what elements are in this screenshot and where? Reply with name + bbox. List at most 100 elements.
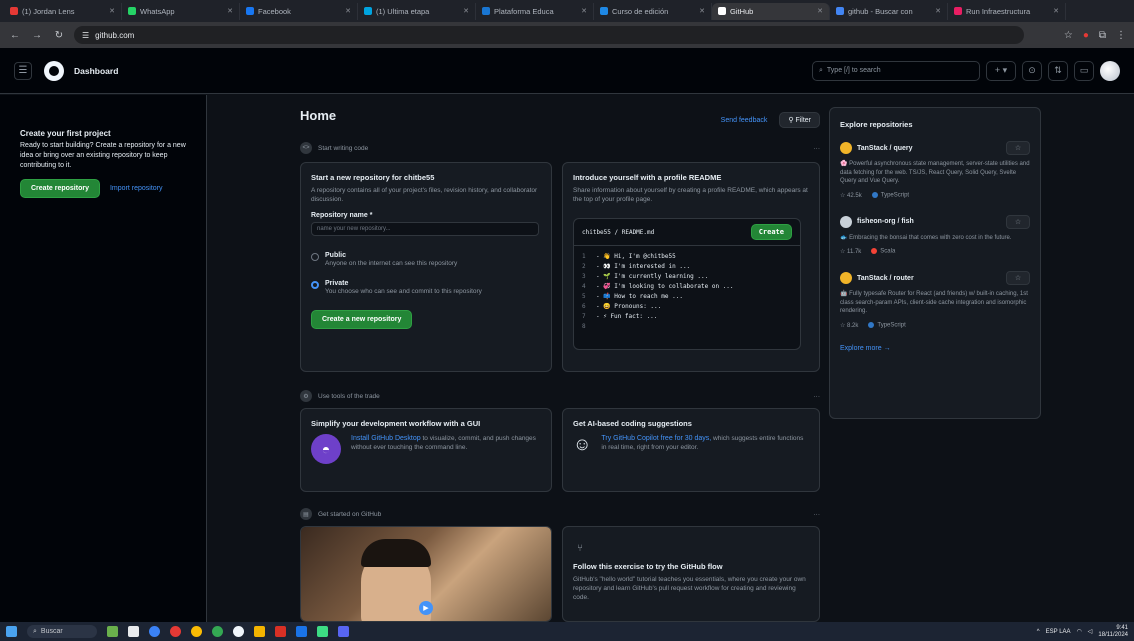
- clock-time[interactable]: 9:41: [1116, 625, 1128, 632]
- app-icon[interactable]: [317, 626, 328, 637]
- more-options-icon[interactable]: ···: [814, 511, 821, 518]
- create-new-repository-button[interactable]: Create a new repository: [311, 310, 413, 329]
- tab-close-icon[interactable]: ✕: [581, 7, 587, 15]
- private-radio[interactable]: [311, 281, 319, 289]
- github-icon[interactable]: [233, 626, 244, 637]
- reload-icon[interactable]: ↻: [52, 30, 66, 41]
- tab-close-icon[interactable]: ✕: [463, 7, 469, 15]
- private-label: Private: [325, 280, 349, 287]
- app-icon[interactable]: [212, 626, 223, 637]
- import-repository-link[interactable]: Import repository: [110, 185, 163, 192]
- chevron-up-icon[interactable]: ^: [1037, 629, 1040, 635]
- repo-owner-avatar[interactable]: [840, 142, 852, 154]
- folder-icon[interactable]: [254, 626, 265, 637]
- chrome-icon[interactable]: [191, 626, 202, 637]
- tab-close-icon[interactable]: ✕: [109, 7, 115, 15]
- filter-button[interactable]: ⚲ Filter: [779, 112, 820, 128]
- github-flow-card: ⑂ Follow this exercise to try the GitHub…: [562, 526, 820, 622]
- pull-request-icon[interactable]: ⇅: [1048, 60, 1068, 81]
- issue-icon[interactable]: ⊙: [1022, 60, 1042, 81]
- more-options-icon[interactable]: ···: [814, 393, 821, 400]
- address-bar[interactable]: ☰ github.com: [74, 26, 1024, 44]
- system-tray: ^ ESP LAA ◠ ◁ 9:41 18/11/2024: [1037, 625, 1128, 639]
- avatar[interactable]: [1100, 60, 1120, 81]
- tab-label: Plataforma Educa: [494, 6, 554, 16]
- volume-icon[interactable]: ◁: [1088, 628, 1093, 635]
- star-button[interactable]: ☆: [1006, 141, 1030, 155]
- browser-tab[interactable]: Curso de edición ✕: [594, 2, 712, 20]
- browser-toolbar: ← → ↻ ☰ github.com ☆ ● ⧉ ⋮: [0, 22, 1134, 48]
- browser-tab[interactable]: WhatsApp ✕: [122, 2, 240, 20]
- code-text: - 😄 Pronouns: ...: [596, 303, 662, 310]
- search-placeholder: Type [/] to search: [826, 67, 881, 74]
- repo-owner-avatar[interactable]: [840, 272, 852, 284]
- more-options-icon[interactable]: ···: [814, 145, 821, 152]
- explore-more-link[interactable]: Explore more →: [840, 345, 1030, 352]
- video-card[interactable]: ▶: [300, 526, 552, 622]
- browser-tab[interactable]: (1) Ultima etapa ✕: [358, 2, 476, 20]
- site-info-icon[interactable]: ☰: [82, 31, 89, 40]
- tab-close-icon[interactable]: ✕: [1053, 7, 1059, 15]
- forward-icon[interactable]: →: [30, 30, 44, 41]
- hamburger-menu-icon[interactable]: ☰: [14, 61, 32, 80]
- browser-tab[interactable]: Plataforma Educa ✕: [476, 2, 594, 20]
- menu-icon[interactable]: ⋮: [1116, 30, 1126, 41]
- taskbar-search[interactable]: ⌕ Buscar: [27, 625, 97, 638]
- send-feedback-link[interactable]: Send feedback: [721, 117, 768, 124]
- tab-close-icon[interactable]: ✕: [817, 7, 823, 15]
- browser-tab[interactable]: Facebook ✕: [240, 2, 358, 20]
- app-icon[interactable]: [170, 626, 181, 637]
- tab-favicon-icon: [364, 7, 372, 15]
- repo-language: Scala: [871, 248, 895, 255]
- try-copilot-link[interactable]: Try GitHub Copilot free for 30 days,: [601, 435, 711, 442]
- repo-name-link[interactable]: TanStack / router: [857, 275, 914, 282]
- github-logo-icon[interactable]: [44, 60, 64, 81]
- repo-name-input[interactable]: name your new repository...: [311, 222, 539, 236]
- browser-tab[interactable]: Run Infraestructura ✕: [948, 2, 1066, 20]
- play-icon[interactable]: ▶: [419, 601, 433, 615]
- task-view-icon[interactable]: [128, 626, 139, 637]
- inbox-icon[interactable]: ▭: [1074, 60, 1094, 81]
- star-button[interactable]: ☆: [1006, 214, 1030, 229]
- wifi-icon[interactable]: ◠: [1077, 628, 1082, 635]
- tab-close-icon[interactable]: ✕: [699, 7, 705, 15]
- search-input[interactable]: ⌕ Type [/] to search: [812, 60, 980, 81]
- app-icon[interactable]: [296, 626, 307, 637]
- app-icon[interactable]: [338, 626, 349, 637]
- tab-close-icon[interactable]: ✕: [345, 7, 351, 15]
- code-text: - 💞️ I'm looking to collaborate on ...: [596, 283, 734, 290]
- edge-icon[interactable]: [149, 626, 160, 637]
- create-readme-button[interactable]: Create: [750, 224, 792, 240]
- code-line: 5 - 📫 How to reach me ...: [574, 292, 800, 302]
- repo-owner-avatar[interactable]: [840, 215, 852, 228]
- clock-date[interactable]: 18/11/2024: [1098, 632, 1128, 639]
- browser-tab[interactable]: GitHub ✕: [712, 2, 830, 20]
- language-name: TypeScript: [880, 192, 910, 199]
- browser-tab[interactable]: (1) Jordan Lens ✕: [4, 2, 122, 20]
- puzzle-icon[interactable]: ⧉: [1099, 30, 1106, 41]
- windows-start-icon[interactable]: [6, 626, 17, 637]
- tab-label: WhatsApp: [140, 6, 175, 16]
- browser-tab[interactable]: github - Buscar con ✕: [830, 2, 948, 20]
- create-repository-button[interactable]: Create repository: [20, 179, 100, 198]
- app-icon[interactable]: [107, 626, 118, 637]
- back-icon[interactable]: ←: [8, 30, 22, 41]
- star-icon: ☆: [1014, 218, 1022, 226]
- language-indicator[interactable]: ESP LAA: [1046, 629, 1071, 635]
- line-number: 4: [582, 283, 586, 290]
- tab-close-icon[interactable]: ✕: [935, 7, 941, 15]
- install-desktop-link[interactable]: Install GitHub Desktop: [351, 435, 421, 442]
- context-title[interactable]: Dashboard: [74, 66, 118, 76]
- repo-name-link[interactable]: fisheon-org / fish: [857, 218, 914, 225]
- repo-name-link[interactable]: TanStack / query: [857, 145, 913, 152]
- extension-icon[interactable]: ●: [1083, 30, 1089, 41]
- star-button[interactable]: ☆: [1006, 271, 1030, 285]
- tab-favicon-icon: [954, 7, 962, 15]
- app-icon[interactable]: [275, 626, 286, 637]
- bookmark-icon[interactable]: ☆: [1064, 30, 1073, 41]
- tab-close-icon[interactable]: ✕: [227, 7, 233, 15]
- code-text: - 👀 I'm interested in ...: [596, 263, 691, 270]
- plus-icon[interactable]: + ▾: [986, 60, 1016, 81]
- public-radio[interactable]: [311, 253, 319, 261]
- readme-filename: chitbe55 / README.md: [582, 228, 655, 236]
